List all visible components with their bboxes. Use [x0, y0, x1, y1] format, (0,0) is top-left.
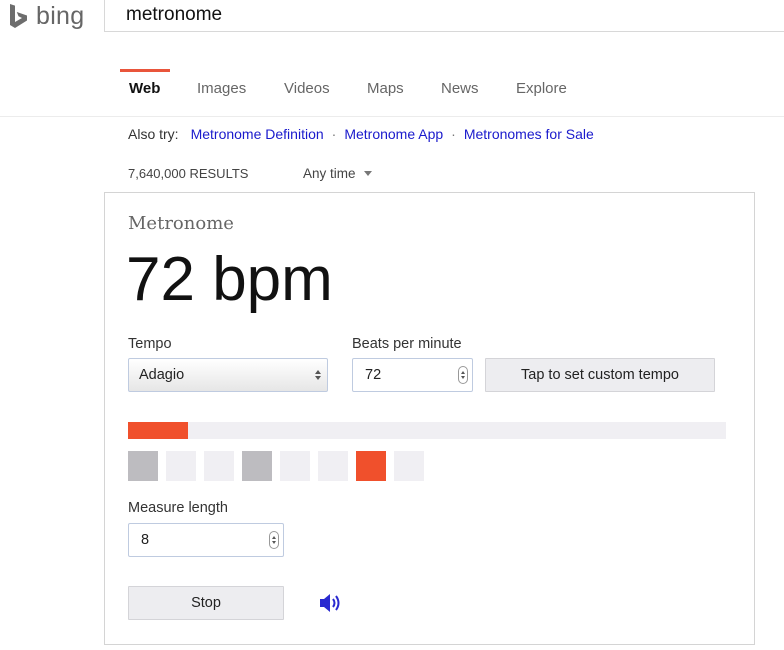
- tab-explore[interactable]: Explore: [516, 80, 567, 97]
- bing-logo[interactable]: bing: [8, 0, 84, 32]
- separator-dot: ·: [451, 126, 456, 142]
- select-arrows-icon: [315, 370, 321, 380]
- stepper-icon[interactable]: [269, 531, 279, 549]
- stepper-icon[interactable]: [458, 366, 468, 384]
- tab-maps[interactable]: Maps: [367, 80, 404, 97]
- beat-indicator-6: [318, 451, 348, 481]
- also-try-link-definition[interactable]: Metronome Definition: [191, 126, 324, 142]
- beat-indicator-3: [204, 451, 234, 481]
- measure-length-label: Measure length: [128, 500, 228, 516]
- card-title: Metronome: [128, 213, 234, 234]
- beat-indicator-1: [128, 451, 158, 481]
- also-try-link-sale[interactable]: Metronomes for Sale: [464, 126, 594, 142]
- tab-web[interactable]: Web: [129, 80, 160, 97]
- tab-news[interactable]: News: [441, 80, 479, 97]
- beat-indicator-8: [394, 451, 424, 481]
- bing-logo-icon: [10, 4, 27, 28]
- results-count: 7,640,000 RESULTS: [128, 166, 249, 181]
- bpm-label: Beats per minute: [352, 336, 462, 352]
- search-input[interactable]: metronome: [126, 4, 222, 26]
- caret-down-icon: [363, 171, 372, 176]
- beat-indicators: [128, 451, 424, 481]
- beat-indicator-7: [356, 451, 386, 481]
- bpm-input[interactable]: 72: [352, 358, 473, 392]
- measure-length-value: 8: [141, 532, 150, 548]
- bpm-display: 72 bpm: [126, 245, 333, 314]
- speaker-icon[interactable]: [318, 592, 342, 614]
- also-try: Also try: Metronome Definition · Metrono…: [128, 126, 594, 142]
- measure-length-input[interactable]: 8: [128, 523, 284, 557]
- beat-progress-fill: [128, 422, 188, 439]
- tap-tempo-button[interactable]: Tap to set custom tempo: [485, 358, 715, 392]
- beat-indicator-5: [280, 451, 310, 481]
- beat-indicator-4: [242, 451, 272, 481]
- separator-dot: ·: [331, 126, 337, 142]
- beat-indicator-2: [166, 451, 196, 481]
- time-filter-label: Any time: [303, 166, 356, 181]
- also-try-label: Also try:: [128, 126, 179, 142]
- brand-name: bing: [36, 1, 85, 30]
- active-tab-indicator: [120, 69, 170, 72]
- also-try-link-app[interactable]: Metronome App: [344, 126, 443, 142]
- tab-videos[interactable]: Videos: [284, 80, 330, 97]
- tempo-select-value: Adagio: [139, 367, 185, 383]
- time-filter-dropdown[interactable]: Any time: [303, 166, 372, 181]
- bpm-input-value: 72: [365, 367, 382, 383]
- beat-progress-bar: [128, 422, 726, 439]
- header-divider: [0, 116, 784, 117]
- stop-button[interactable]: Stop: [128, 586, 284, 620]
- tempo-label: Tempo: [128, 336, 172, 352]
- tempo-select[interactable]: Adagio: [128, 358, 328, 392]
- tab-images[interactable]: Images: [197, 80, 246, 97]
